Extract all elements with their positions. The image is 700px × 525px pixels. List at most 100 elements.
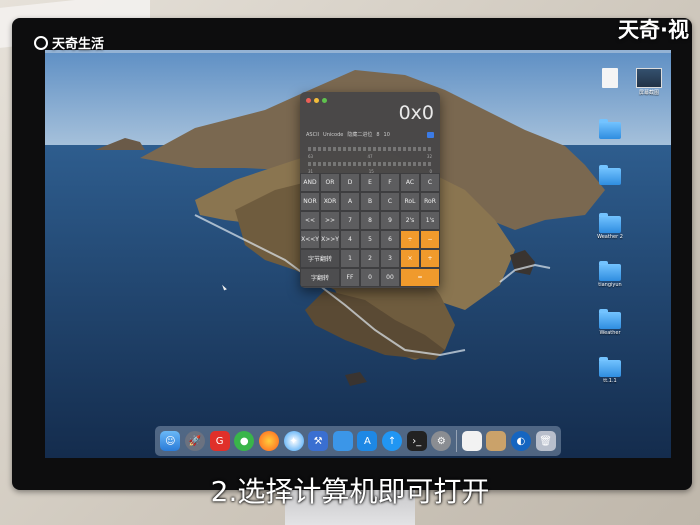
calc-key[interactable]: 字节翻转	[300, 249, 340, 268]
folder-icon	[599, 309, 621, 329]
watermark-right: 天奇·视	[618, 18, 689, 42]
desktop-item[interactable]	[590, 119, 630, 140]
calc-key[interactable]: 3	[380, 249, 400, 268]
xcode-icon[interactable]: ⚒	[308, 431, 329, 451]
calc-key[interactable]: AND	[300, 173, 320, 192]
calc-key[interactable]: AC	[400, 173, 420, 192]
zoom-button[interactable]	[322, 98, 327, 103]
bit-label: 47	[367, 154, 373, 159]
binary-bit-display[interactable]: 63 47 32 31 15 0	[308, 144, 432, 174]
keypad: AND OR D E F AC C NOR XOR A B C RoL RoR << >> 7 8 9 2's 1's X…	[300, 173, 440, 288]
folder-icon	[599, 165, 621, 185]
calc-key[interactable]: RoL	[400, 192, 420, 211]
calc-key[interactable]: >>	[320, 211, 340, 230]
mode-hide-binary[interactable]: 隐藏二进位	[347, 131, 372, 138]
desktop-item-label: Weather 2	[597, 234, 623, 240]
launchpad-icon[interactable]: 🚀	[184, 431, 205, 451]
watermark-left-text: 天奇生活	[52, 37, 105, 52]
calc-key[interactable]: ÷	[400, 230, 420, 249]
calc-key[interactable]: 9	[380, 211, 400, 230]
preview-icon[interactable]	[486, 431, 507, 451]
calc-key[interactable]: 00	[380, 268, 400, 287]
video-subtitle: 2.选择计算机即可打开	[210, 475, 490, 508]
calc-key[interactable]: 2's	[400, 211, 420, 230]
calc-key[interactable]: 1	[340, 249, 360, 268]
folder-icon	[599, 213, 621, 233]
folder-icon[interactable]	[332, 431, 353, 451]
calc-key[interactable]: 0	[360, 268, 380, 287]
calc-key[interactable]: ×	[400, 249, 420, 268]
mode-unicode[interactable]: Unicode	[323, 132, 343, 138]
desktop-item-label: tiangiyun	[598, 282, 622, 288]
calc-key[interactable]: +	[420, 249, 440, 268]
desktop-item-label: tt.1.1	[603, 378, 617, 384]
calc-key[interactable]: <<	[300, 211, 320, 230]
wechat-icon[interactable]: ●	[234, 431, 255, 451]
firefox-icon[interactable]	[258, 431, 279, 451]
calc-key[interactable]: X<<Y	[300, 230, 320, 249]
desktop-item[interactable]: 屏幕截图	[629, 68, 669, 96]
base-8[interactable]: 8	[376, 132, 379, 138]
calc-key[interactable]: C	[380, 192, 400, 211]
document-icon	[602, 68, 618, 88]
folder-icon	[599, 119, 621, 139]
calc-key[interactable]: FF	[340, 268, 360, 287]
calc-key[interactable]: =	[400, 268, 440, 287]
safari-icon[interactable]: ✦	[283, 431, 304, 451]
calc-key[interactable]: NOR	[300, 192, 320, 211]
trash-icon[interactable]: 🗑	[535, 431, 556, 451]
calc-key[interactable]: 7	[340, 211, 360, 230]
image-thumbnail-icon	[636, 68, 662, 88]
calc-key[interactable]: C	[420, 173, 440, 192]
appstore-icon[interactable]: A	[357, 431, 378, 451]
folder-icon	[599, 357, 621, 377]
minimize-button[interactable]	[314, 98, 319, 103]
desktop-item[interactable]: Weather	[590, 309, 630, 336]
calculator-window[interactable]: 0x0 ASCII Unicode 隐藏二进位 8 10 63 47 32 31…	[300, 92, 440, 288]
calc-key[interactable]: A	[340, 192, 360, 211]
calc-key[interactable]: E	[360, 173, 380, 192]
dock-separator	[456, 430, 457, 452]
calc-key[interactable]: −	[420, 230, 440, 249]
folder-icon	[599, 261, 621, 281]
app-red-icon[interactable]: G	[209, 431, 230, 451]
calc-key[interactable]: D	[340, 173, 360, 192]
calc-key[interactable]: 6	[380, 230, 400, 249]
calc-key[interactable]: 1's	[420, 211, 440, 230]
calc-key[interactable]: B	[360, 192, 380, 211]
base-10[interactable]: 10	[384, 132, 390, 138]
calc-key[interactable]: 8	[360, 211, 380, 230]
desktop-item[interactable]	[590, 165, 630, 186]
calc-key[interactable]: XOR	[320, 192, 340, 211]
bit-labels: 63 47 32	[308, 154, 432, 159]
calc-key[interactable]: X>>Y	[320, 230, 340, 249]
calc-key[interactable]: 5	[360, 230, 380, 249]
terminal-icon[interactable]: ›_	[406, 431, 427, 451]
desktop-item-label: Weather	[599, 330, 621, 336]
desktop-item[interactable]: tiangiyun	[590, 261, 630, 288]
bit-label: 32	[426, 154, 432, 159]
desktop-item[interactable]: tt.1.1	[590, 357, 630, 384]
brand-logo-icon	[34, 35, 48, 50]
bit-row	[308, 162, 432, 166]
calc-key[interactable]: OR	[320, 173, 340, 192]
calc-key[interactable]: 字翻转	[300, 268, 340, 287]
base-16-active[interactable]	[427, 131, 434, 138]
calc-key[interactable]: 4	[340, 230, 360, 249]
calc-key[interactable]: RoR	[420, 192, 440, 211]
finder-icon[interactable]: ☺	[160, 431, 181, 451]
browser-icon[interactable]: ◐	[510, 431, 531, 451]
desktop-item[interactable]	[590, 68, 630, 89]
bit-row	[308, 147, 432, 151]
desktop-item-label: 屏幕截图	[638, 90, 659, 96]
dock: ☺ 🚀 G ● ✦ ⚒ A ↑ ›_ ⚙ ◐ 🗑	[155, 426, 561, 456]
calc-key[interactable]: 2	[360, 249, 380, 268]
desktop-item[interactable]: Weather 2	[590, 213, 630, 240]
settings-icon[interactable]: ⚙	[431, 431, 452, 451]
bit-label: 63	[308, 154, 314, 159]
mode-ascii[interactable]: ASCII	[306, 132, 319, 138]
notes-icon[interactable]	[461, 431, 482, 451]
upload-icon[interactable]: ↑	[382, 431, 403, 451]
close-button[interactable]	[306, 98, 311, 103]
calc-key[interactable]: F	[380, 173, 400, 192]
